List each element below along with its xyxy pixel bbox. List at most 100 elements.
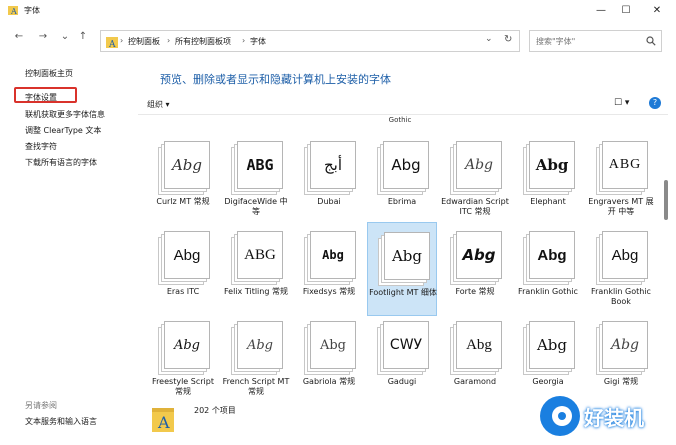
adjust-cleartype-link[interactable]: 调整 ClearType 文本	[25, 125, 101, 136]
find-character-link[interactable]: 查找字符	[25, 141, 57, 152]
font-file-icon: ABG	[231, 141, 283, 195]
font-item[interactable]: Abg French Script MT 常规	[221, 312, 291, 400]
font-item[interactable]: Abg Edwardian Script ITC 常规	[440, 132, 510, 226]
close-icon: ✕	[652, 4, 662, 16]
font-file-icon: Abg	[523, 231, 575, 285]
font-file-icon: Abg	[523, 141, 575, 195]
fonts-folder-icon: A	[106, 37, 118, 48]
search-box[interactable]	[529, 30, 662, 52]
font-item[interactable]: ABG Engravers MT 展开 中等	[586, 132, 656, 226]
forward-button[interactable]: →	[36, 30, 50, 44]
watermark-logo: 好装机	[538, 396, 673, 442]
title-bar: A 字体 — ☐ ✕	[0, 0, 676, 20]
font-file-icon: Abg	[378, 232, 430, 286]
font-item[interactable]: Abg Fixedsys 常规	[294, 222, 364, 316]
font-file-icon: Abg	[596, 321, 648, 375]
maximize-icon: ☐	[621, 4, 631, 16]
control-panel-home-link[interactable]: 控制面板主页	[25, 68, 73, 79]
font-file-icon: Abg	[596, 231, 648, 285]
vertical-scrollbar[interactable]	[664, 180, 668, 220]
breadcrumb-separator: ›	[120, 36, 124, 45]
font-file-icon: Abg	[523, 321, 575, 375]
breadcrumb-all-items[interactable]: 所有控制面板项	[175, 36, 231, 47]
eye-logo-icon	[540, 396, 580, 436]
font-item[interactable]: Abg Freestyle Script 常规	[148, 312, 218, 400]
font-name: Franklin Gothic Book	[591, 287, 651, 306]
search-input[interactable]	[536, 35, 636, 47]
font-item[interactable]: Abg Forte 常规	[440, 222, 510, 316]
breadcrumb-separator: ›	[167, 36, 171, 45]
font-name: French Script MT 常规	[222, 377, 290, 396]
font-file-icon: Abg	[158, 231, 210, 285]
font-file-icon: Abg	[158, 321, 210, 375]
fonts-folder-icon: A	[8, 6, 18, 15]
font-file-icon: ABG	[231, 231, 283, 285]
font-item[interactable]: Abg Franklin Gothic Book	[586, 222, 656, 316]
font-file-icon: Abg	[450, 231, 502, 285]
font-name: DigifaceWide 中等	[224, 197, 288, 216]
font-item[interactable]: Abg Curlz MT 常规	[148, 132, 218, 226]
font-name: Engravers MT 展开 中等	[588, 197, 654, 216]
minimize-icon: —	[596, 4, 606, 16]
font-file-icon: Abg	[304, 231, 356, 285]
highlight-box	[14, 87, 77, 103]
font-item[interactable]: Abg Gabriola 常规	[294, 312, 364, 400]
font-item[interactable]: Abg Gigi 常规	[586, 312, 656, 400]
font-item[interactable]: СWУ Gadugi	[367, 312, 437, 400]
font-item[interactable]: Abg Georgia	[513, 312, 583, 400]
font-file-icon: СWУ	[377, 321, 429, 375]
get-more-font-info-link[interactable]: 联机获取更多字体信息	[25, 109, 105, 120]
font-item[interactable]: Abg Franklin Gothic	[513, 222, 583, 316]
font-name: Curlz MT 常规	[156, 197, 210, 206]
font-item[interactable]: ABG Felix Titling 常规	[221, 222, 291, 316]
watermark-text: 好装机	[584, 406, 644, 430]
svg-text:A: A	[157, 413, 170, 432]
address-bar[interactable]: A › 控制面板 › 所有控制面板项 › 字体 ⌄ ↻	[100, 30, 520, 52]
left-panel: 控制面板主页 字体设置 联机获取更多字体信息 调整 ClearType 文本 查…	[0, 58, 138, 445]
font-file-icon: Abg	[450, 141, 502, 195]
help-icon[interactable]: ?	[649, 97, 661, 109]
breadcrumb-control-panel[interactable]: 控制面板	[128, 36, 160, 47]
font-file-icon: أبج	[304, 141, 356, 195]
view-options-button[interactable]: ☐ ▾	[614, 98, 629, 108]
window-title: 字体	[24, 6, 40, 15]
font-item[interactable]: Abg Eras ITC	[148, 222, 218, 316]
font-file-icon: Abg	[304, 321, 356, 375]
font-name: Garamond	[453, 377, 497, 386]
font-item[interactable]: Abg Elephant	[513, 132, 583, 226]
back-button[interactable]: ←	[12, 30, 26, 44]
font-item[interactable]: Abg Garamond	[440, 312, 510, 400]
maximize-button[interactable]: ☐	[611, 0, 641, 20]
up-button[interactable]: ↑	[76, 30, 90, 44]
breadcrumb-fonts[interactable]: 字体	[250, 36, 266, 47]
font-name: Ebrima	[387, 197, 417, 206]
svg-text:A: A	[108, 40, 116, 48]
font-name: Dubai	[317, 197, 341, 206]
font-item[interactable]: ABG DigifaceWide 中等	[221, 132, 291, 226]
font-name: Freestyle Script 常规	[152, 377, 214, 396]
font-item[interactable]: Abg Ebrima	[367, 132, 437, 226]
font-file-icon: ABG	[596, 141, 648, 195]
font-name: Elephant	[530, 197, 566, 206]
partial-font-label: Gothic	[388, 116, 412, 124]
font-name: Eras ITC	[166, 287, 200, 296]
text-services-link[interactable]: 文本服务和输入语言	[25, 416, 97, 427]
see-also-heading: 另请参阅	[25, 401, 57, 410]
refresh-button[interactable]: ↻	[504, 34, 512, 45]
font-name: Gigi 常规	[603, 377, 639, 386]
close-button[interactable]: ✕	[642, 0, 672, 20]
font-name: Franklin Gothic	[518, 287, 578, 296]
font-name: Gadugi	[387, 377, 417, 386]
font-item[interactable]: أبج Dubai	[294, 132, 364, 226]
search-icon	[646, 36, 656, 46]
address-dropdown-button[interactable]: ⌄	[485, 34, 493, 44]
font-item-selected[interactable]: Abg Footlight MT 细体	[367, 222, 437, 316]
organize-menu[interactable]: 组织 ▾	[147, 99, 170, 110]
font-name: Footlight MT 细体	[369, 288, 437, 297]
svg-text:A: A	[10, 7, 17, 15]
font-grid: Gothic Abg Curlz MT 常规 ABG DigifaceWide …	[138, 115, 668, 400]
recent-locations-button[interactable]: ⌄	[58, 30, 72, 44]
download-all-fonts-link[interactable]: 下载所有语言的字体	[25, 157, 97, 168]
page-title: 预览、删除或者显示和隐藏计算机上安装的字体	[160, 73, 391, 86]
command-bar: 组织 ▾ ☐ ▾ ?	[138, 95, 668, 115]
